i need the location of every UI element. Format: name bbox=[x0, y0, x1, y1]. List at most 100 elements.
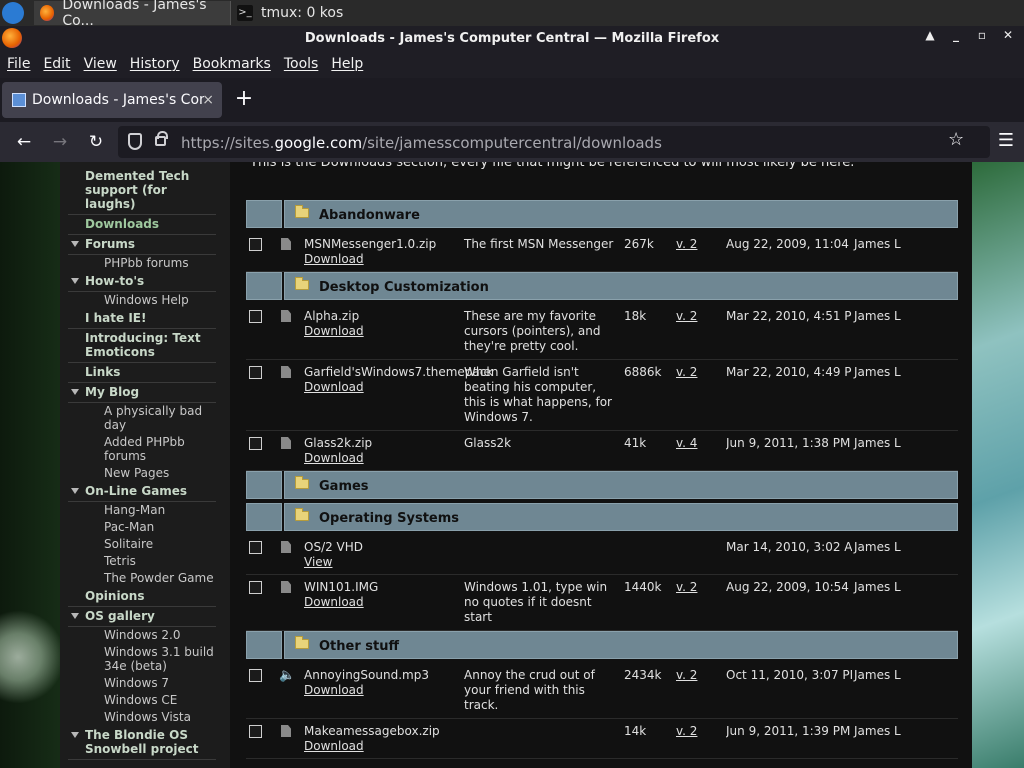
file-version-link[interactable]: v. 2 bbox=[676, 309, 697, 323]
close-icon[interactable]: ✕ bbox=[1000, 28, 1016, 42]
forward-icon[interactable]: → bbox=[48, 130, 72, 154]
file-select-checkbox[interactable] bbox=[249, 669, 262, 682]
shield-icon[interactable] bbox=[128, 133, 142, 150]
file-version-link[interactable]: v. 2 bbox=[676, 580, 697, 594]
file-size: 18k bbox=[624, 309, 647, 323]
sidebar-subitem[interactable]: Pac-Man bbox=[68, 519, 216, 536]
menu-bookmarks[interactable]: Bookmarks bbox=[193, 56, 271, 72]
file-select-checkbox[interactable] bbox=[249, 366, 262, 379]
file-description: Windows 1.01, type win no quotes if it d… bbox=[464, 580, 608, 624]
file-action-link[interactable]: Download bbox=[304, 595, 454, 610]
file-action-link[interactable]: View bbox=[304, 555, 454, 570]
sidebar-subitem[interactable]: PHPbb forums bbox=[68, 255, 216, 272]
sidebar-subitem[interactable]: Windows 7 bbox=[68, 675, 216, 692]
sidebar-subitem[interactable]: The Powder Game bbox=[68, 570, 216, 587]
folder-icon bbox=[295, 277, 309, 290]
menu-tools[interactable]: Tools bbox=[284, 56, 319, 72]
sidebar-subitem[interactable]: Windows Help bbox=[68, 292, 216, 309]
sidebar-item[interactable]: Introducing: Text Emoticons bbox=[68, 329, 216, 363]
category-title-bar[interactable]: Abandonware bbox=[284, 200, 958, 228]
hamburger-menu-icon[interactable]: ☰ bbox=[998, 130, 1014, 151]
maximize-icon[interactable]: ▫ bbox=[974, 28, 990, 42]
sidebar-item-label: How-to's bbox=[85, 274, 145, 288]
sidebar-item[interactable]: On-Line Games bbox=[68, 482, 216, 502]
sidebar-subitem[interactable]: Windows CE bbox=[68, 692, 216, 709]
category-title-bar[interactable]: Other stuff bbox=[284, 631, 958, 659]
sidebar-subitem[interactable]: Tetris bbox=[68, 553, 216, 570]
minimize-icon[interactable]: _ bbox=[948, 28, 964, 42]
sidebar-subitem[interactable]: Solitaire bbox=[68, 536, 216, 553]
file-action-link[interactable]: Download bbox=[304, 324, 454, 339]
category-title-bar[interactable]: Desktop Customization bbox=[284, 272, 958, 300]
start-menu-icon[interactable] bbox=[2, 2, 24, 24]
file-select-checkbox[interactable] bbox=[249, 310, 262, 323]
tab-close-icon[interactable]: × bbox=[202, 92, 214, 108]
file-action-link[interactable]: Download bbox=[304, 252, 454, 267]
menu-help[interactable]: Help bbox=[331, 56, 363, 72]
file-icon bbox=[281, 366, 291, 378]
sidebar-item[interactable]: Opinions bbox=[68, 587, 216, 607]
expand-triangle-icon[interactable] bbox=[71, 488, 79, 494]
file-row: WIN101.IMG Download Windows 1.01, type win… bbox=[246, 575, 958, 631]
sidebar-item[interactable]: OS gallery bbox=[68, 607, 216, 627]
sidebar-item-label: Windows 2.0 bbox=[104, 628, 181, 642]
file-select-checkbox[interactable] bbox=[249, 581, 262, 594]
sidebar-subitem[interactable]: Windows Vista bbox=[68, 709, 216, 726]
menu-history[interactable]: History bbox=[130, 56, 180, 72]
sidebar-item[interactable]: The Blondie OS Snowbell project bbox=[68, 726, 216, 760]
sidebar-item[interactable]: How-to's bbox=[68, 272, 216, 292]
sidebar-item[interactable]: Links bbox=[68, 363, 216, 383]
menu-file[interactable]: File bbox=[7, 56, 30, 72]
file-description: These are my favorite cursors (pointers)… bbox=[464, 309, 601, 353]
file-action-link[interactable]: Download bbox=[304, 380, 454, 395]
reload-icon[interactable]: ↻ bbox=[84, 130, 108, 154]
file-version-link[interactable]: v. 2 bbox=[676, 237, 697, 251]
sidebar-item[interactable]: Downloads bbox=[68, 215, 216, 235]
file-version-link[interactable]: v. 4 bbox=[676, 436, 697, 450]
category-title-bar[interactable]: Games bbox=[284, 471, 958, 499]
file-size: 14k bbox=[624, 724, 647, 738]
tab-label: Downloads - James's Computer Central bbox=[32, 92, 204, 108]
lock-icon[interactable] bbox=[155, 131, 168, 146]
sidebar-item[interactable]: Demented Tech support (for laughs) bbox=[68, 167, 216, 215]
site-sidebar: Demented Tech support (for laughs) Downlo… bbox=[60, 162, 230, 768]
back-icon[interactable]: ← bbox=[12, 130, 36, 154]
tab-downloads[interactable]: Downloads - James's Computer Central × bbox=[2, 82, 222, 118]
taskbar-item-firefox[interactable]: Downloads - James's Co... bbox=[34, 0, 230, 29]
sidebar-subitem[interactable]: Hang-Man bbox=[68, 502, 216, 519]
sidebar-subitem[interactable]: Windows 3.1 build 34e (beta) bbox=[68, 644, 216, 675]
file-select-checkbox[interactable] bbox=[249, 725, 262, 738]
expand-triangle-icon[interactable] bbox=[71, 389, 79, 395]
chevron-up-icon[interactable]: ▲ bbox=[922, 28, 938, 42]
file-select-checkbox[interactable] bbox=[249, 437, 262, 450]
file-action-link[interactable]: Download bbox=[304, 739, 454, 754]
expand-triangle-icon[interactable] bbox=[71, 732, 79, 738]
sidebar-subitem[interactable]: New Pages bbox=[68, 465, 216, 482]
bookmark-star-icon[interactable]: ☆ bbox=[948, 129, 964, 150]
url-bar[interactable]: https://sites.google.com/site/jamesscomp… bbox=[118, 126, 990, 158]
menu-view[interactable]: View bbox=[84, 56, 117, 72]
sidebar-item[interactable]: Forums bbox=[68, 235, 216, 255]
file-action-link[interactable]: Download bbox=[304, 451, 454, 466]
sidebar-item[interactable]: My Blog bbox=[68, 383, 216, 403]
new-tab-button[interactable]: + bbox=[232, 88, 256, 112]
file-action-link[interactable]: Download bbox=[304, 683, 454, 698]
file-version-link[interactable]: v. 2 bbox=[676, 668, 697, 682]
file-version-link[interactable]: v. 2 bbox=[676, 724, 697, 738]
expand-triangle-icon[interactable] bbox=[71, 241, 79, 247]
url-text[interactable]: https://sites.google.com/site/jamesscomp… bbox=[181, 134, 662, 152]
menu-edit[interactable]: Edit bbox=[43, 56, 70, 72]
sidebar-subitem[interactable]: Added PHPbb forums bbox=[68, 434, 216, 465]
file-select-checkbox[interactable] bbox=[249, 541, 262, 554]
sidebar-subitem[interactable]: Windows 2.0 bbox=[68, 627, 216, 644]
sidebar-item[interactable]: I hate IE! bbox=[68, 309, 216, 329]
sidebar-item-label: Links bbox=[85, 365, 121, 379]
category-title-bar[interactable]: Operating Systems bbox=[284, 503, 958, 531]
taskbar-item-tmux[interactable]: >_ tmux: 0 kos bbox=[230, 1, 430, 25]
file-select-checkbox[interactable] bbox=[249, 238, 262, 251]
category-header: Games bbox=[246, 471, 958, 499]
sidebar-subitem[interactable]: A physically bad day bbox=[68, 403, 216, 434]
file-version-link[interactable]: v. 2 bbox=[676, 365, 697, 379]
expand-triangle-icon[interactable] bbox=[71, 278, 79, 284]
expand-triangle-icon[interactable] bbox=[71, 613, 79, 619]
